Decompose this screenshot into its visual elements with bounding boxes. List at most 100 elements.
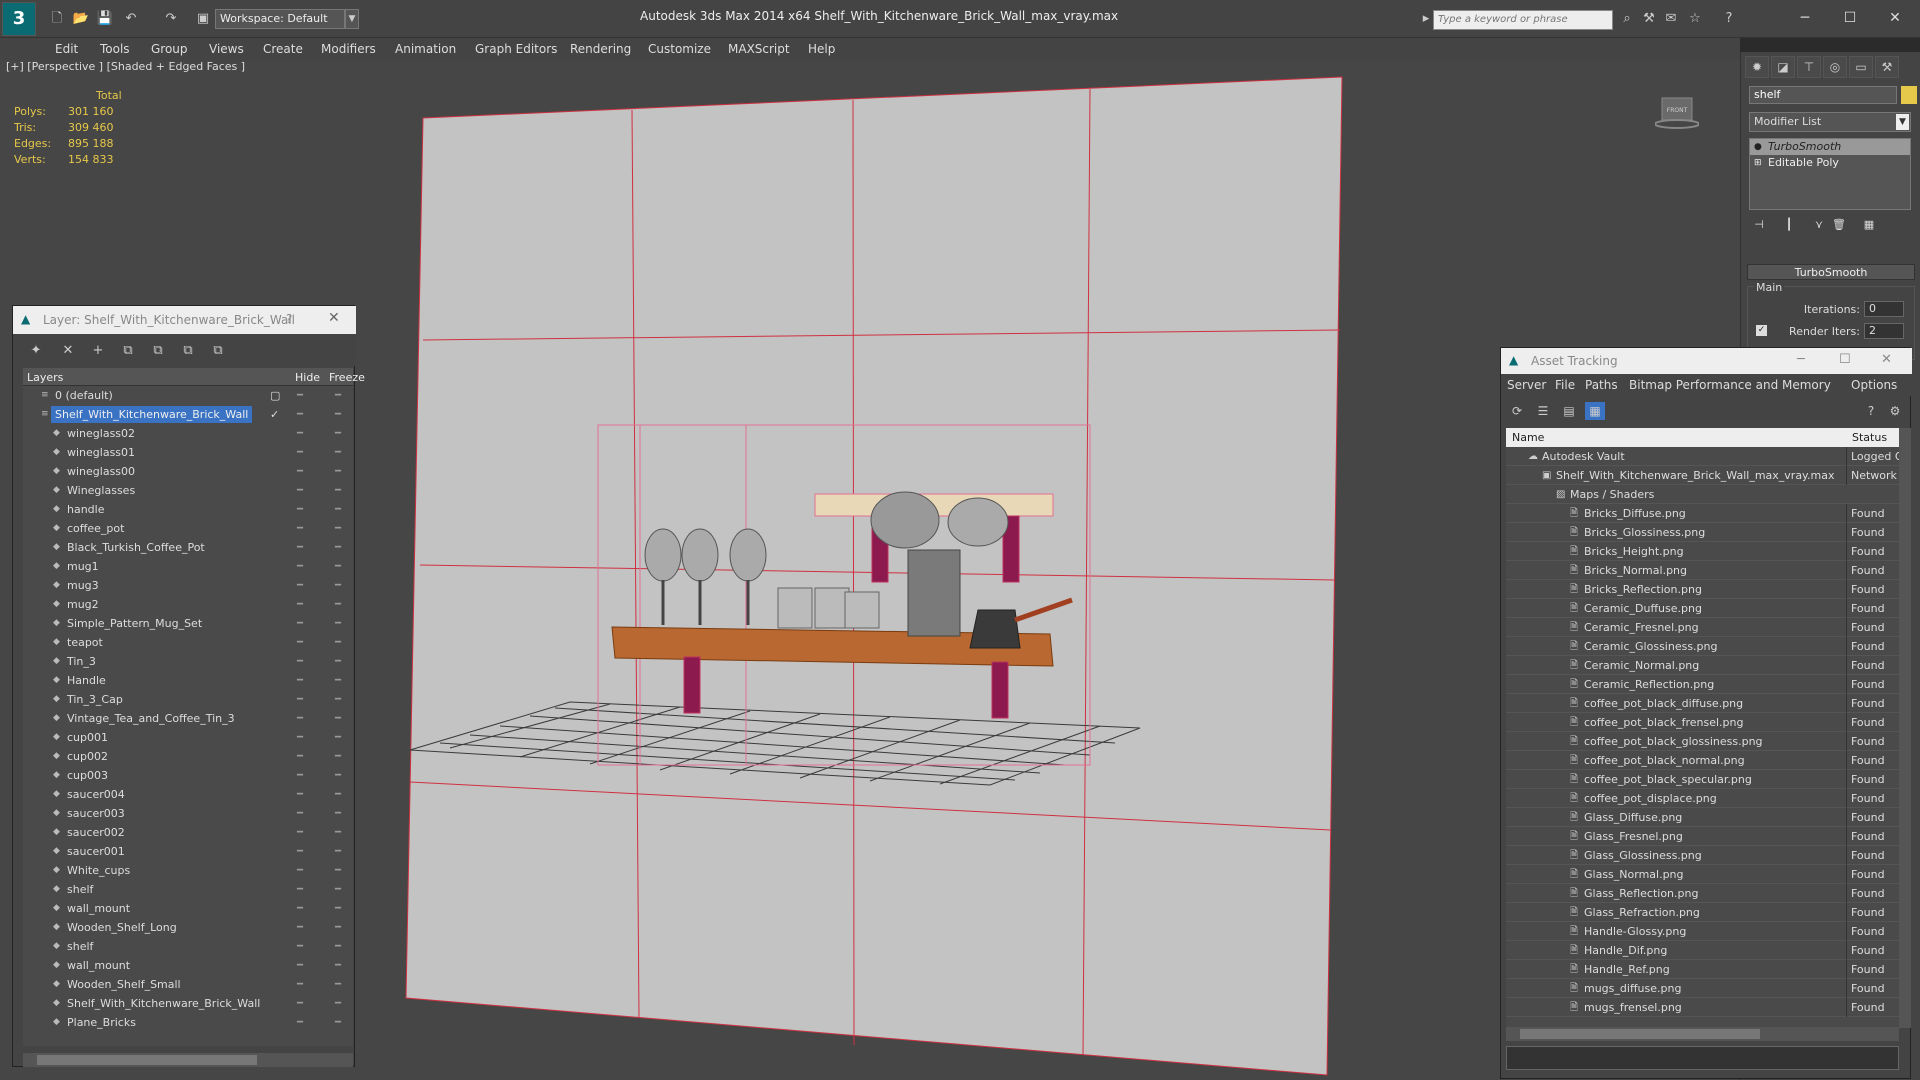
layer-row[interactable]: ◆ shelf ━ ━ — [23, 880, 353, 899]
maximize-icon[interactable]: ☐ — [1835, 6, 1865, 30]
layer-row[interactable]: ◆ saucer003 ━ ━ — [23, 804, 353, 823]
delete-layer-icon[interactable]: ✕ — [57, 342, 79, 360]
col-layers[interactable]: Layers — [27, 371, 63, 384]
make-unique-icon[interactable]: ⋎ — [1809, 218, 1829, 236]
asset-row[interactable]: 🗎 mugs_frensel.png Found — [1506, 998, 1899, 1017]
menu-options[interactable]: Options — [1851, 378, 1897, 392]
viewcube[interactable]: FRONT — [1654, 96, 1700, 130]
lightbulb-icon[interactable]: ● — [1754, 139, 1762, 155]
object-name-field[interactable]: shelf — [1749, 86, 1897, 104]
minimize-icon[interactable]: ─ — [1790, 6, 1820, 30]
menu-customize[interactable]: Customize — [648, 42, 711, 56]
display-tab-icon[interactable]: ▭ — [1849, 56, 1873, 78]
layer-row[interactable]: ◆ Black_Turkish_Coffee_Pot ━ ━ — [23, 538, 353, 557]
asset-row[interactable]: ▨ Maps / Shaders — [1506, 485, 1899, 504]
help-icon[interactable]: ? — [1861, 402, 1881, 420]
favorites-star-icon[interactable]: ☆ — [1686, 10, 1704, 28]
freeze-toggle[interactable]: ━ — [335, 481, 341, 500]
layer-row[interactable]: ◆ Wineglasses ━ ━ — [23, 481, 353, 500]
table-view-icon[interactable]: ▦ — [1585, 402, 1605, 420]
asset-row[interactable]: 🗎 Glass_Fresnel.png Found — [1506, 827, 1899, 846]
hide-toggle[interactable]: ━ — [297, 823, 303, 842]
asset-row[interactable]: 🗎 mugs_diffuse.png Found — [1506, 979, 1899, 998]
select-objects-icon[interactable]: ⧉ — [117, 342, 139, 360]
hide-toggle[interactable]: ━ — [297, 804, 303, 823]
horizontal-scrollbar[interactable] — [23, 1053, 353, 1067]
freeze-toggle[interactable]: ━ — [335, 709, 341, 728]
render-iters-spinner[interactable]: 2 — [1864, 323, 1904, 339]
close-icon[interactable]: ✕ — [1881, 352, 1892, 367]
asset-row[interactable]: 🗎 Bricks_Reflection.png Found — [1506, 580, 1899, 599]
layer-row[interactable]: ◆ Shelf_With_Kitchenware_Brick_Wall ━ ━ — [23, 994, 353, 1013]
asset-row[interactable]: 🗎 Glass_Normal.png Found — [1506, 865, 1899, 884]
freeze-toggle[interactable]: ━ — [335, 861, 341, 880]
asset-row[interactable]: 🗎 Ceramic_Glossiness.png Found — [1506, 637, 1899, 656]
hide-toggle[interactable]: ━ — [297, 462, 303, 481]
layer-row[interactable]: ◆ Tin_3_Cap ━ ━ — [23, 690, 353, 709]
chevron-down-icon[interactable]: ▼ — [345, 9, 359, 29]
hide-toggle[interactable]: ━ — [297, 842, 303, 861]
list-view-icon[interactable]: ☰ — [1533, 402, 1553, 420]
hide-toggle[interactable]: ━ — [297, 880, 303, 899]
freeze-toggle[interactable]: ━ — [335, 785, 341, 804]
asset-row[interactable]: ☁ Autodesk Vault Logged O — [1506, 447, 1899, 466]
hide-toggle[interactable]: ━ — [297, 975, 303, 994]
modify-tab-icon[interactable]: ◪ — [1771, 56, 1795, 78]
hide-toggle[interactable]: ━ — [297, 538, 303, 557]
communication-icon[interactable]: ✉ — [1662, 10, 1680, 28]
binoculars-icon[interactable]: ⌕ — [1618, 10, 1636, 28]
col-name[interactable]: Name — [1512, 431, 1544, 444]
turbosmooth-rollout-header[interactable]: TurboSmooth — [1747, 264, 1915, 280]
freeze-toggle[interactable]: ━ — [335, 994, 341, 1013]
col-hide[interactable]: Hide — [295, 371, 320, 384]
layer-row[interactable]: ◆ teapot ━ ━ — [23, 633, 353, 652]
layer-row[interactable]: ◆ Simple_Pattern_Mug_Set ━ ━ — [23, 614, 353, 633]
layer-row[interactable]: ◆ White_cups ━ ━ — [23, 861, 353, 880]
asset-row[interactable]: 🗎 Bricks_Height.png Found — [1506, 542, 1899, 561]
expand-plus-icon[interactable]: ⊞ — [1754, 155, 1762, 171]
hide-toggle[interactable]: ━ — [297, 747, 303, 766]
menu-edit[interactable]: Edit — [55, 42, 78, 56]
menu-modifiers[interactable]: Modifiers — [321, 42, 376, 56]
freeze-toggle[interactable]: ━ — [335, 443, 341, 462]
pin-stack-icon[interactable]: ⊣ — [1749, 218, 1769, 236]
show-end-result-icon[interactable]: ┃ — [1779, 218, 1799, 236]
freeze-toggle[interactable]: ━ — [335, 823, 341, 842]
layer-row[interactable]: ◆ saucer002 ━ ━ — [23, 823, 353, 842]
menu-bitmap-performance[interactable]: Bitmap Performance and Memory — [1629, 378, 1831, 392]
active-layer-icon[interactable]: ▢ — [270, 386, 280, 405]
layer-row[interactable]: ◆ handle ━ ━ — [23, 500, 353, 519]
layer-row[interactable]: ◆ Wooden_Shelf_Small ━ ━ — [23, 975, 353, 994]
freeze-toggle[interactable]: ━ — [335, 747, 341, 766]
hide-all-icon[interactable]: ⧉ — [177, 342, 199, 360]
render-iters-checkbox[interactable]: ✓ — [1756, 325, 1767, 336]
layer-row[interactable]: ◆ wall_mount ━ ━ — [23, 956, 353, 975]
freeze-toggle[interactable]: ━ — [335, 690, 341, 709]
asset-row[interactable]: 🗎 Bricks_Diffuse.png Found — [1506, 504, 1899, 523]
asset-row[interactable]: 🗎 Ceramic_Reflection.png Found — [1506, 675, 1899, 694]
menu-views[interactable]: Views — [209, 42, 244, 56]
hide-toggle[interactable]: ━ — [297, 994, 303, 1013]
asset-row[interactable]: 🗎 Handle_Ref.png Found — [1506, 960, 1899, 979]
freeze-toggle[interactable]: ━ — [335, 557, 341, 576]
utilities-tab-icon[interactable]: ⚒ — [1875, 56, 1899, 78]
asset-row[interactable]: 🗎 coffee_pot_black_normal.png Found — [1506, 751, 1899, 770]
layer-row[interactable]: ◆ Wooden_Shelf_Long ━ ━ — [23, 918, 353, 937]
asset-row[interactable]: 🗎 Glass_Refraction.png Found — [1506, 903, 1899, 922]
hide-toggle[interactable]: ━ — [297, 633, 303, 652]
col-freeze[interactable]: Freeze — [329, 371, 365, 384]
hide-toggle[interactable]: ━ — [297, 519, 303, 538]
hide-toggle[interactable]: ━ — [297, 405, 303, 424]
freeze-toggle[interactable]: ━ — [335, 804, 341, 823]
create-tab-icon[interactable]: ✹ — [1745, 56, 1769, 78]
vertical-scrollbar[interactable] — [1899, 428, 1911, 1028]
layer-row[interactable]: ◆ wall_mount ━ ━ — [23, 899, 353, 918]
freeze-toggle[interactable]: ━ — [335, 918, 341, 937]
menu-help[interactable]: Help — [808, 42, 835, 56]
highlight-layer-icon[interactable]: ⧉ — [147, 342, 169, 360]
hide-toggle[interactable]: ━ — [297, 481, 303, 500]
asset-row[interactable]: 🗎 Bricks_Normal.png Found — [1506, 561, 1899, 580]
undo-icon[interactable]: ↶ — [122, 10, 140, 28]
layer-row[interactable]: ◆ mug2 ━ ━ — [23, 595, 353, 614]
iterations-spinner[interactable]: 0 — [1864, 301, 1904, 317]
